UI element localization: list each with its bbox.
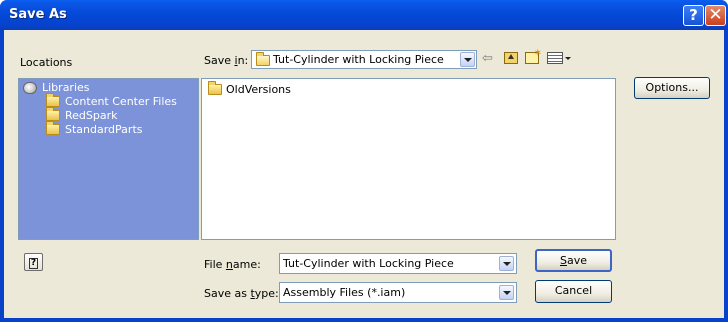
save-as-type-value: Assembly Files (*.iam)	[283, 286, 406, 299]
chevron-down-icon[interactable]	[499, 285, 514, 300]
file-name-field[interactable]: Tut-Cylinder with Locking Piece	[279, 253, 517, 274]
back-icon[interactable]: ⇦	[482, 51, 493, 66]
location-item-redspark[interactable]: RedSpark	[46, 107, 118, 122]
save-in-value: Tut-Cylinder with Locking Piece	[273, 53, 444, 66]
folder-icon	[208, 81, 222, 95]
save-button[interactable]: Save	[535, 249, 612, 272]
chevron-down-icon[interactable]	[460, 52, 475, 67]
folder-icon	[46, 93, 60, 107]
help-icon: ?	[29, 258, 38, 269]
title-bar[interactable]: Save As ? ✕	[0, 0, 728, 30]
file-item-oldversions[interactable]: OldVersions	[208, 81, 291, 96]
cancel-button[interactable]: Cancel	[535, 280, 612, 303]
help-button[interactable]: ?	[24, 253, 43, 271]
dialog-body: Locations Libraries Content Center Files…	[4, 30, 724, 318]
location-label: RedSpark	[65, 109, 118, 122]
up-one-level-icon[interactable]	[504, 52, 518, 64]
new-folder-icon[interactable]: ✶	[525, 48, 542, 64]
location-item-standardparts[interactable]: StandardParts	[46, 121, 143, 136]
save-as-dialog: Save As ? ✕ Locations Libraries Content …	[0, 0, 728, 322]
chevron-down-icon[interactable]	[499, 256, 514, 271]
file-name-value: Tut-Cylinder with Locking Piece	[283, 257, 454, 270]
views-chevron-icon[interactable]	[565, 57, 571, 60]
save-as-type-dropdown[interactable]: Assembly Files (*.iam)	[279, 282, 517, 303]
dialog-title: Save As	[9, 7, 67, 22]
folder-icon	[46, 107, 60, 121]
save-as-type-label: Save as type:	[204, 287, 279, 300]
file-list[interactable]: OldVersions	[201, 78, 616, 240]
folder-icon	[256, 52, 270, 66]
options-button[interactable]: Options...	[634, 77, 710, 99]
views-menu-icon[interactable]	[547, 52, 563, 64]
locations-label: Locations	[20, 56, 73, 69]
close-button[interactable]: ✕	[705, 5, 726, 26]
save-in-label: Save in:	[204, 54, 249, 67]
title-help-button[interactable]: ?	[683, 5, 704, 26]
location-item-libraries[interactable]: Libraries	[23, 81, 90, 94]
location-label: Content Center Files	[65, 95, 177, 108]
locations-pane[interactable]: Libraries Content Center Files RedSpark …	[18, 78, 199, 240]
library-icon	[23, 81, 37, 94]
file-name-label: File name:	[204, 258, 261, 271]
location-label: StandardParts	[65, 123, 143, 136]
folder-icon	[46, 121, 60, 135]
save-in-dropdown[interactable]: Tut-Cylinder with Locking Piece	[251, 50, 477, 69]
file-item-label: OldVersions	[226, 83, 291, 96]
location-item-content-center-files[interactable]: Content Center Files	[46, 93, 177, 108]
